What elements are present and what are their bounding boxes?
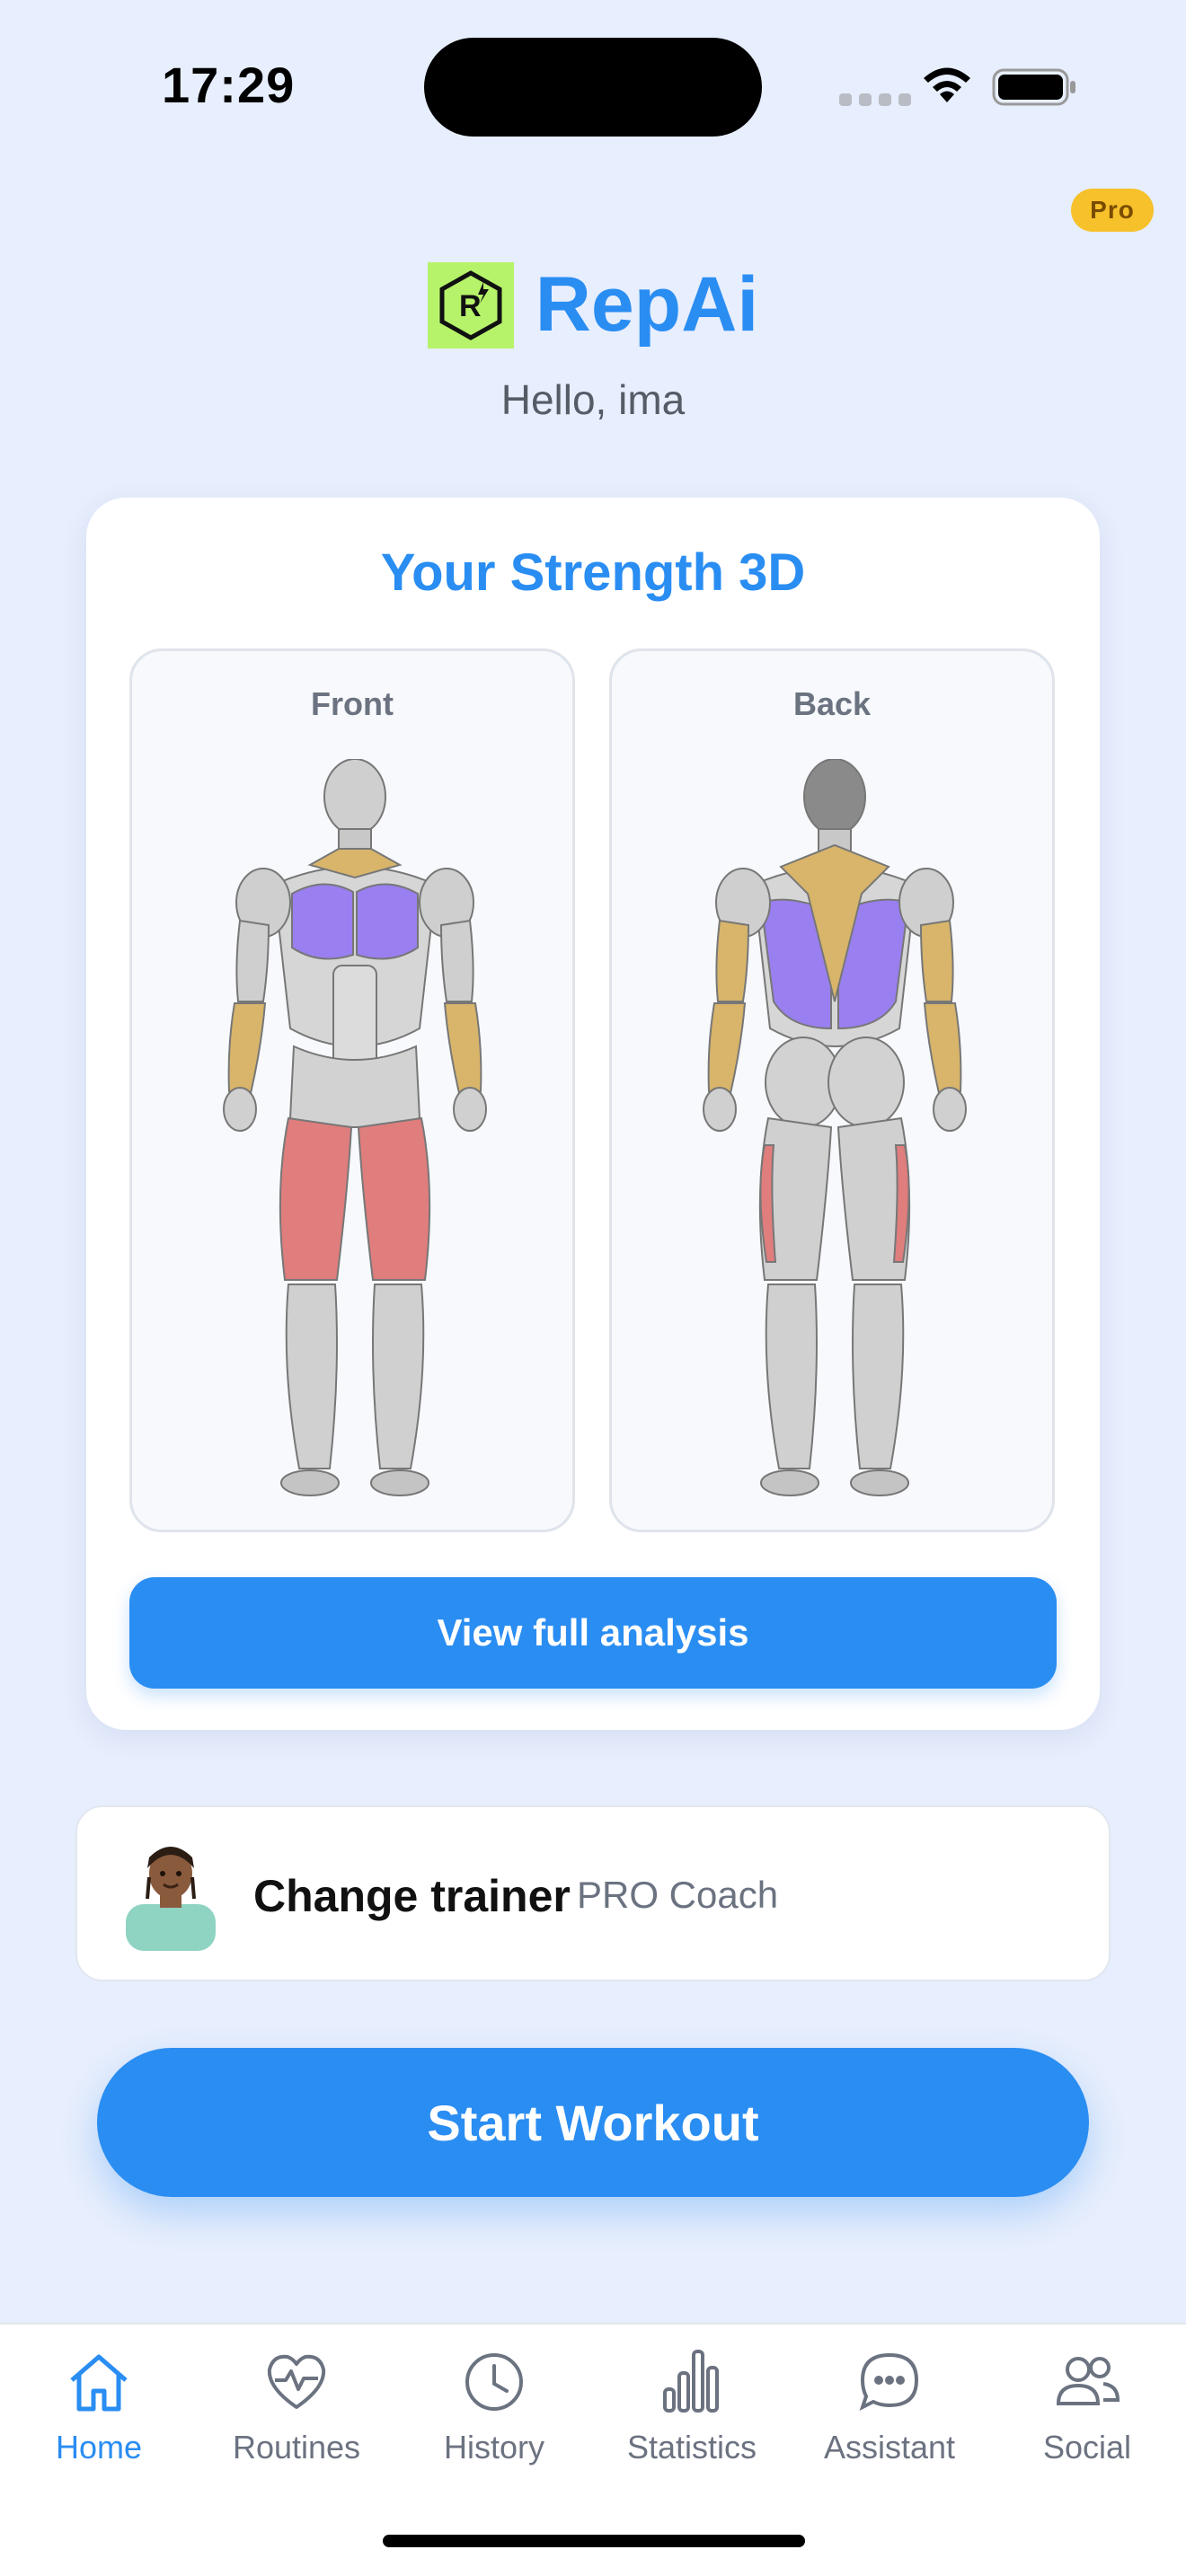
svg-text:R: R [459,289,482,323]
status-icons [839,63,1082,110]
back-label: Back [792,685,872,722]
wifi-icon [924,67,970,102]
home-icon [70,2354,128,2412]
logo-hexagon-icon: R [439,269,502,340]
app-name: RepAi [535,261,759,348]
tab-label: Social [1042,2429,1132,2466]
view-full-analysis-button[interactable]: View full analysis [129,1577,1057,1689]
pro-badge[interactable]: Pro [1071,189,1154,232]
tab-statistics[interactable]: Statistics [593,2325,791,2504]
tab-label: Home [55,2429,143,2466]
clock-icon [465,2353,523,2411]
strength-card: Your Strength 3D Front Back View full an… [86,498,1100,1730]
change-trainer-card[interactable]: Change trainer PRO Coach [75,1805,1111,1981]
back-body-panel[interactable]: Back [609,648,1055,1532]
bar-chart-icon [663,2350,719,2413]
cellular-signal-icon [839,93,911,106]
front-label: Front [311,685,394,722]
tab-routines[interactable]: Routines [198,2325,395,2504]
change-trainer-label: Change trainer [253,1871,571,1921]
tab-label: Routines [232,2429,361,2466]
tab-label: Statistics [626,2429,757,2466]
tab-assistant[interactable]: Assistant [791,2325,988,2504]
app-logo: R [427,261,514,348]
battery-icon [992,68,1075,106]
home-indicator [383,2535,805,2547]
trainer-subtitle: PRO Coach [577,1874,779,1916]
trainer-avatar [126,1847,216,1951]
tab-label: Assistant [823,2429,956,2466]
people-icon [1056,2357,1120,2405]
tab-history[interactable]: History [395,2325,593,2504]
chat-bubble-icon [859,2352,919,2411]
tab-home[interactable]: Home [0,2325,198,2504]
back-muscle-figure [703,759,967,1496]
heart-pulse-icon [267,2354,326,2409]
dynamic-island [424,38,762,137]
front-muscle-figure [223,759,487,1496]
brand-header: R RepAi [0,260,1186,349]
card-title: Your Strength 3D [380,543,806,602]
greeting: Hello, ima [500,376,686,423]
tab-label: History [443,2429,544,2466]
front-body-panel[interactable]: Front [129,648,575,1532]
status-time: 17:29 [162,57,296,113]
start-workout-button[interactable]: Start Workout [97,2048,1089,2197]
tab-social[interactable]: Social [988,2325,1186,2504]
